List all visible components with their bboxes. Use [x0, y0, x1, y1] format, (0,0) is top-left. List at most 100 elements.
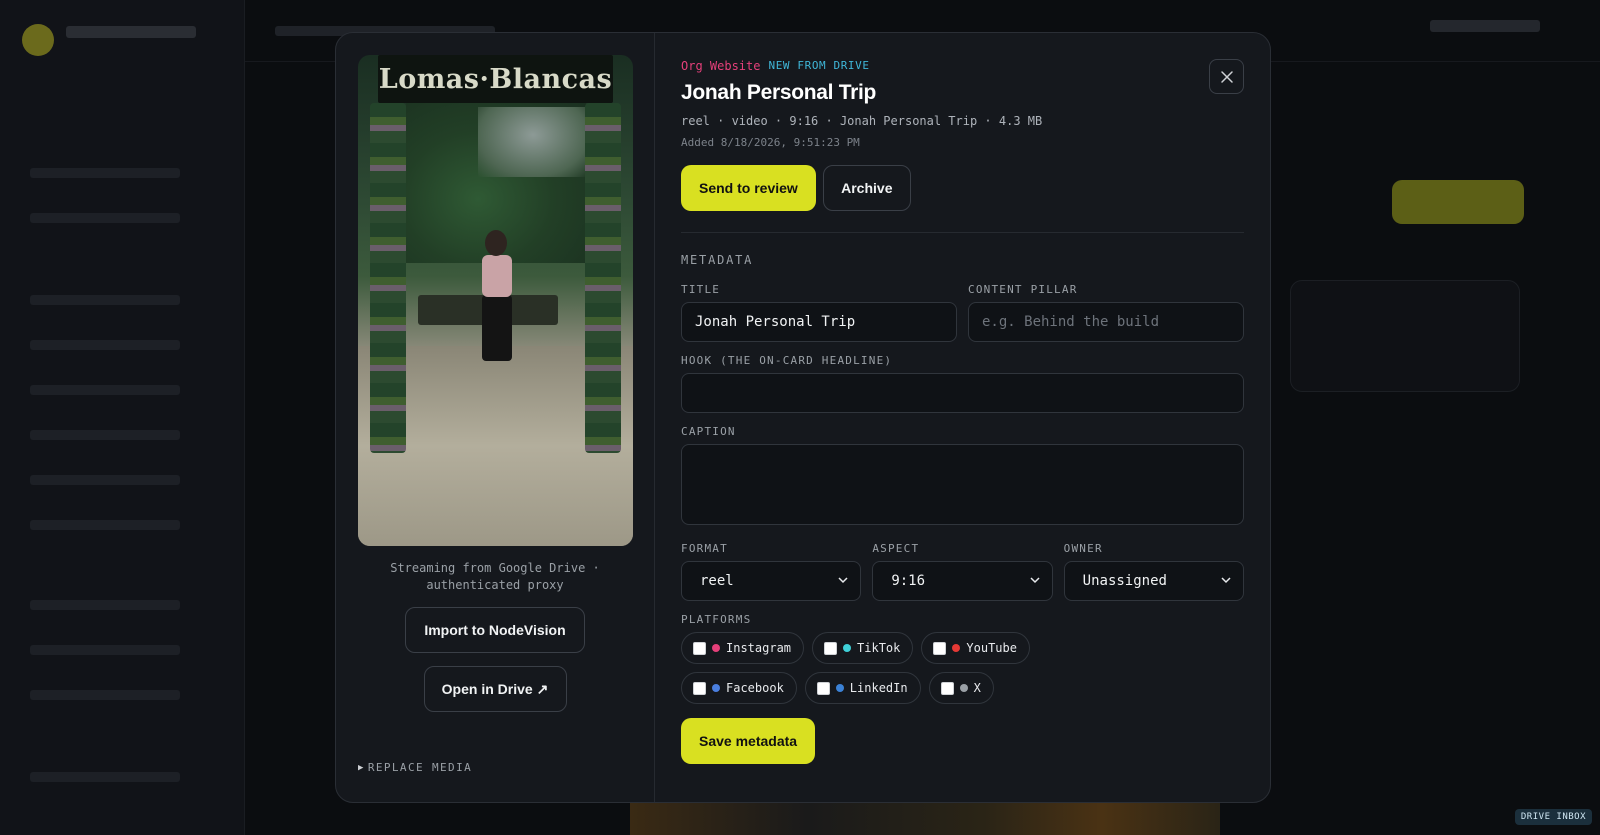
- background-brand: [66, 26, 196, 38]
- background-nav-item: [30, 295, 180, 305]
- open-in-drive-button[interactable]: Open in Drive ↗: [423, 666, 567, 712]
- background-thumbnails: [630, 800, 1220, 835]
- aspect-label: ASPECT: [872, 542, 920, 555]
- format-select[interactable]: reel: [681, 561, 862, 601]
- hook-input[interactable]: [681, 373, 1244, 413]
- checkbox[interactable]: [824, 641, 838, 655]
- asset-meta: reel · video · 9:16 · Jonah Personal Tri…: [681, 114, 1043, 128]
- metadata-heading: METADATA: [681, 253, 754, 267]
- tag-new-from-drive: NEW FROM DRIVE: [768, 59, 870, 72]
- platforms-block: PLATFORMS Instagram TikTok YouTube Faceb…: [681, 613, 1244, 704]
- media-flower-pillar: [585, 103, 621, 453]
- owner-label: OWNER: [1063, 542, 1103, 555]
- background-logo: [22, 24, 54, 56]
- divider: [681, 232, 1244, 233]
- asset-detail-modal: Lomas·Blancas Streaming from Google Driv…: [335, 32, 1271, 803]
- background-sidebar: [0, 0, 245, 835]
- platform-chips: Instagram TikTok YouTube Facebook Linked…: [681, 632, 1151, 704]
- platform-chip-instagram[interactable]: Instagram: [681, 632, 805, 664]
- replace-media-label: REPLACE MEDIA: [367, 761, 473, 774]
- platform-chip-x[interactable]: X: [928, 672, 994, 704]
- title-label: TITLE: [681, 283, 721, 296]
- platform-chip-linkedin[interactable]: LinkedIn: [804, 672, 921, 704]
- background-nav-item: [30, 645, 180, 655]
- background-primary-button: [1392, 180, 1524, 224]
- background-nav-item: [30, 168, 180, 178]
- content-pillar-label: CONTENT PILLAR: [968, 283, 1078, 296]
- asset-tags: Org Website NEW FROM DRIVE: [681, 59, 1244, 73]
- format-value: reel: [700, 573, 734, 589]
- chevron-down-icon: [838, 577, 848, 584]
- send-to-review-button[interactable]: Send to review: [681, 165, 816, 211]
- platform-label: Instagram: [726, 641, 792, 655]
- caption-textarea[interactable]: [681, 444, 1244, 525]
- media-preview[interactable]: Lomas·Blancas: [358, 55, 633, 546]
- instagram-dot-icon: [712, 644, 720, 652]
- format-aspect-owner-row: FORMAT reel ASPECT 9:16 OWNER Unassigned: [681, 542, 1244, 601]
- caret-right-icon: ▶: [358, 762, 365, 773]
- caption-block: CAPTION: [681, 425, 1244, 530]
- content-pillar-input[interactable]: [968, 302, 1244, 342]
- media-sign: Lomas·Blancas: [378, 55, 613, 103]
- tiktok-dot-icon: [843, 644, 852, 652]
- background-nav-item: [30, 690, 180, 700]
- background-nav-item: [30, 340, 180, 350]
- checkbox[interactable]: [693, 641, 706, 655]
- background-stat-card: [1290, 280, 1520, 392]
- stream-note-line: authenticated proxy: [426, 578, 564, 592]
- title-input[interactable]: [681, 302, 957, 342]
- chevron-down-icon: [1030, 577, 1040, 584]
- aspect-select[interactable]: 9:16: [872, 561, 1053, 601]
- checkbox[interactable]: [940, 681, 954, 695]
- background-nav-item: [30, 385, 180, 395]
- media-sky: [478, 107, 588, 177]
- checkbox[interactable]: [933, 641, 947, 655]
- hook-block: HOOK (THE ON-CARD HEADLINE): [681, 354, 1244, 413]
- media-sign-text: Lomas·Blancas: [378, 63, 613, 95]
- platform-label: X: [973, 681, 981, 695]
- import-to-nodevision-button[interactable]: Import to NodeVision: [405, 607, 585, 653]
- title-pillar-row: TITLE CONTENT PILLAR: [681, 283, 1244, 342]
- media-child: [482, 295, 512, 361]
- format-label: FORMAT: [681, 542, 728, 555]
- background-nav-item: [30, 600, 180, 610]
- background-user: [1430, 20, 1540, 32]
- drive-inbox-badge[interactable]: DRIVE INBOX: [1514, 809, 1592, 825]
- caption-label: CAPTION: [681, 425, 736, 438]
- asset-added-date: Added 8/18/2026, 9:51:23 PM: [681, 136, 860, 149]
- facebook-dot-icon: [712, 684, 720, 692]
- media-child: [482, 255, 512, 297]
- background-nav-item: [30, 520, 180, 530]
- linkedin-dot-icon: [835, 684, 844, 692]
- platform-chip-youtube[interactable]: YouTube: [921, 632, 1030, 664]
- aspect-value: 9:16: [891, 573, 926, 589]
- background-nav-item: [30, 430, 180, 440]
- platform-label: Facebook: [726, 681, 784, 695]
- media-panel: Lomas·Blancas Streaming from Google Driv…: [336, 33, 655, 802]
- owner-select[interactable]: Unassigned: [1063, 561, 1244, 601]
- platform-label: YouTube: [966, 641, 1017, 655]
- owner-value: Unassigned: [1082, 573, 1167, 589]
- background-nav-item: [30, 475, 180, 485]
- checkbox[interactable]: [816, 681, 830, 695]
- checkbox[interactable]: [693, 681, 706, 695]
- archive-button[interactable]: Archive: [822, 165, 911, 211]
- save-metadata-button[interactable]: Save metadata: [681, 718, 816, 764]
- platforms-label: PLATFORMS: [681, 613, 752, 626]
- hook-label: HOOK (THE ON-CARD HEADLINE): [681, 354, 893, 367]
- tag-org: Org Website: [681, 59, 761, 73]
- media-flower-pillar: [370, 103, 406, 453]
- details-panel: Org Website NEW FROM DRIVE Jonah Persona…: [655, 33, 1270, 802]
- asset-actions: Send to review Archive: [681, 165, 1244, 211]
- close-icon: [1220, 70, 1233, 83]
- close-button[interactable]: [1209, 59, 1244, 94]
- chevron-down-icon: [1221, 577, 1231, 584]
- x-dot-icon: [959, 684, 968, 692]
- background-nav-item: [30, 213, 180, 223]
- stream-note: Streaming from Google Drive · authentica…: [358, 560, 632, 594]
- platform-chip-facebook[interactable]: Facebook: [681, 672, 797, 704]
- platform-chip-tiktok[interactable]: TikTok: [812, 632, 914, 664]
- background-nav-item: [30, 772, 180, 782]
- youtube-dot-icon: [952, 644, 961, 652]
- replace-media-toggle[interactable]: ▶ REPLACE MEDIA: [358, 761, 472, 774]
